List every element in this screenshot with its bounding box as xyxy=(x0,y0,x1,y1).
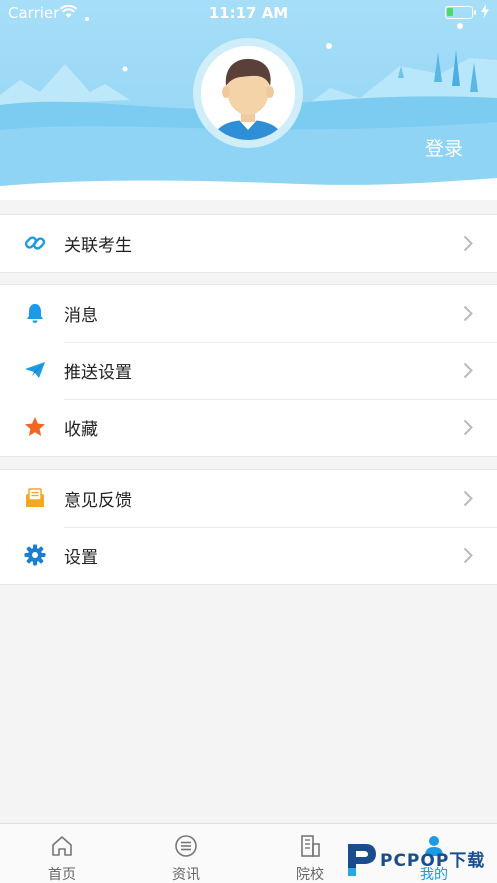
building-icon xyxy=(301,835,320,857)
watermark-text: PCPOP下载 xyxy=(380,851,486,871)
menu-item-label: 意见反馈 xyxy=(64,491,132,511)
bell-icon xyxy=(27,304,43,323)
home-icon xyxy=(52,836,72,856)
link-icon xyxy=(24,236,46,250)
charging-bolt-icon xyxy=(481,4,489,18)
menu-item-favorites[interactable]: 收藏 xyxy=(0,399,497,456)
menu-item-label: 消息 xyxy=(64,306,98,326)
profile-header: Carrier 11:17 AM 登录 xyxy=(0,0,497,200)
menu-item-link-student[interactable]: 关联考生 xyxy=(0,215,497,272)
tab-label: 首页 xyxy=(48,867,76,883)
login-button[interactable]: 登录 xyxy=(425,134,463,161)
chevron-right-icon xyxy=(463,547,473,564)
menu-group-notifications: 消息 推送设置 收藏 xyxy=(0,284,497,457)
gear-icon xyxy=(24,544,46,566)
status-bar: Carrier 11:17 AM xyxy=(0,0,497,26)
menu-item-messages[interactable]: 消息 xyxy=(0,285,497,342)
feedback-envelope-icon xyxy=(26,488,44,507)
chevron-right-icon xyxy=(463,235,473,252)
pcpop-logo-icon xyxy=(348,844,376,876)
chevron-right-icon xyxy=(463,490,473,507)
default-avatar-icon xyxy=(201,46,295,140)
menu-item-settings[interactable]: 设置 xyxy=(0,527,497,584)
menu-item-label: 关联考生 xyxy=(64,236,132,256)
paper-plane-icon xyxy=(25,362,45,378)
avatar[interactable] xyxy=(193,38,303,148)
status-time: 11:17 AM xyxy=(208,4,289,22)
menu-item-label: 推送设置 xyxy=(64,363,132,383)
tab-news[interactable]: 资讯 xyxy=(124,824,248,883)
chevron-right-icon xyxy=(463,305,473,322)
menu-item-feedback[interactable]: 意见反馈 xyxy=(0,470,497,527)
news-list-icon xyxy=(175,835,197,857)
chevron-right-icon xyxy=(463,362,473,379)
menu-group-account: 关联考生 xyxy=(0,214,497,273)
menu-item-label: 设置 xyxy=(64,548,98,568)
menu-group-support: 意见反馈 设置 xyxy=(0,469,497,585)
star-icon xyxy=(25,417,45,436)
pcpop-watermark-logo: PCPOP下载 xyxy=(344,838,497,883)
tab-home[interactable]: 首页 xyxy=(0,824,124,883)
menu-item-push-settings[interactable]: 推送设置 xyxy=(0,342,497,399)
tab-label: 资讯 xyxy=(172,867,200,883)
chevron-right-icon xyxy=(463,419,473,436)
menu-item-label: 收藏 xyxy=(64,420,98,440)
battery-icon xyxy=(445,6,476,19)
